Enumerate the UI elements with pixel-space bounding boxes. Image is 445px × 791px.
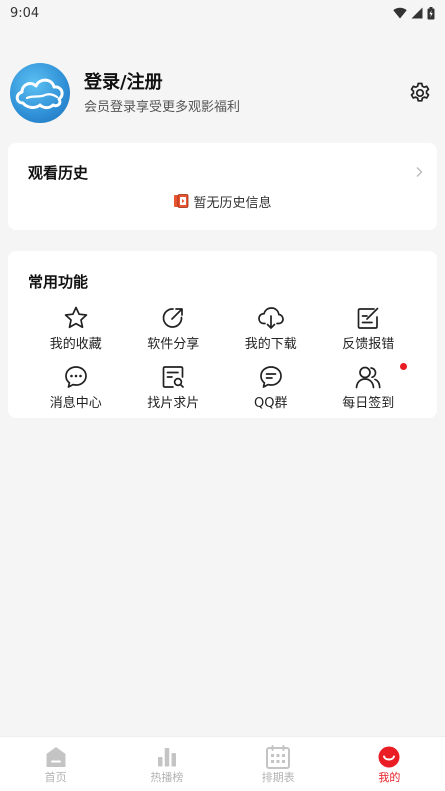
history-card[interactable]: 观看历史 暂无历史信息 — [8, 143, 437, 230]
notification-dot — [400, 363, 407, 370]
signal-icon — [411, 7, 423, 19]
feedback-button[interactable]: 反馈报错 — [320, 303, 418, 362]
share-app-label: 软件分享 — [147, 337, 200, 352]
daily-checkin-label: 每日签到 — [342, 396, 395, 411]
features-title: 常用功能 — [28, 273, 89, 291]
message-icon — [64, 366, 87, 388]
nav-home[interactable]: 首页 — [0, 737, 111, 791]
nav-hot-list[interactable]: 热播榜 — [111, 737, 222, 791]
calendar-icon — [266, 745, 291, 769]
settings-button[interactable] — [405, 78, 435, 108]
find-movie-button[interactable]: 找片求片 — [125, 362, 223, 421]
bottom-nav: 首页 热播榜 排期表 我的 — [0, 736, 445, 791]
star-icon — [64, 306, 87, 329]
chat-icon — [259, 366, 282, 388]
qq-group-button[interactable]: QQ群 — [222, 362, 320, 421]
nav-home-label: 首页 — [44, 771, 67, 784]
home-icon — [46, 747, 66, 767]
daily-checkin-button[interactable]: 每日签到 — [320, 362, 418, 421]
features-card: 常用功能 我的收藏 软件分享 我的下载 反馈报错 消息中心 找片求片 QQ群 每… — [8, 251, 437, 418]
share-icon — [162, 308, 184, 328]
status-bar: 9:04 — [0, 0, 445, 26]
history-empty-text: 暂无历史信息 — [193, 195, 272, 211]
edit-icon — [357, 307, 379, 329]
history-header[interactable]: 观看历史 — [28, 161, 423, 183]
battery-icon — [427, 6, 435, 19]
nav-schedule[interactable]: 排期表 — [223, 737, 334, 791]
chevron-right-icon — [415, 166, 423, 178]
downloads-label: 我的下载 — [244, 337, 297, 352]
nav-mine[interactable]: 我的 — [334, 737, 445, 791]
login-subtitle: 会员登录享受更多观影福利 — [84, 99, 241, 115]
message-center-button[interactable]: 消息中心 — [27, 362, 125, 421]
share-app-button[interactable]: 软件分享 — [125, 303, 223, 362]
avatar[interactable] — [10, 63, 70, 123]
nav-schedule-label: 排期表 — [261, 771, 295, 784]
favorites-button[interactable]: 我的收藏 — [27, 303, 125, 362]
cloud-logo-icon — [15, 78, 64, 110]
features-grid: 我的收藏 软件分享 我的下载 反馈报错 消息中心 找片求片 QQ群 每日签到 — [8, 303, 437, 421]
bar-chart-icon — [157, 748, 176, 767]
message-center-label: 消息中心 — [49, 396, 102, 411]
history-title: 观看历史 — [28, 163, 89, 182]
login-register-link[interactable]: 登录/注册 — [84, 71, 405, 95]
downloads-button[interactable]: 我的下载 — [222, 303, 320, 362]
film-icon — [174, 194, 189, 208]
feedback-label: 反馈报错 — [342, 337, 395, 352]
favorites-label: 我的收藏 — [49, 337, 102, 352]
wifi-icon — [393, 7, 407, 19]
smile-icon — [378, 746, 400, 768]
profile-text: 登录/注册 会员登录享受更多观影福利 — [84, 71, 405, 116]
gear-icon — [410, 82, 430, 102]
history-empty-state: 暂无历史信息 — [8, 191, 437, 211]
status-icons — [393, 6, 435, 20]
users-icon — [355, 366, 381, 389]
status-time: 9:04 — [10, 5, 40, 21]
qq-group-label: QQ群 — [254, 396, 288, 411]
nav-hot-list-label: 热播榜 — [150, 771, 184, 784]
find-movie-label: 找片求片 — [147, 396, 200, 411]
nav-mine-label: 我的 — [378, 771, 401, 784]
cloud-download-icon — [257, 307, 284, 329]
profile-header[interactable]: 登录/注册 会员登录享受更多观影福利 — [10, 62, 435, 124]
search-document-icon — [162, 366, 185, 388]
